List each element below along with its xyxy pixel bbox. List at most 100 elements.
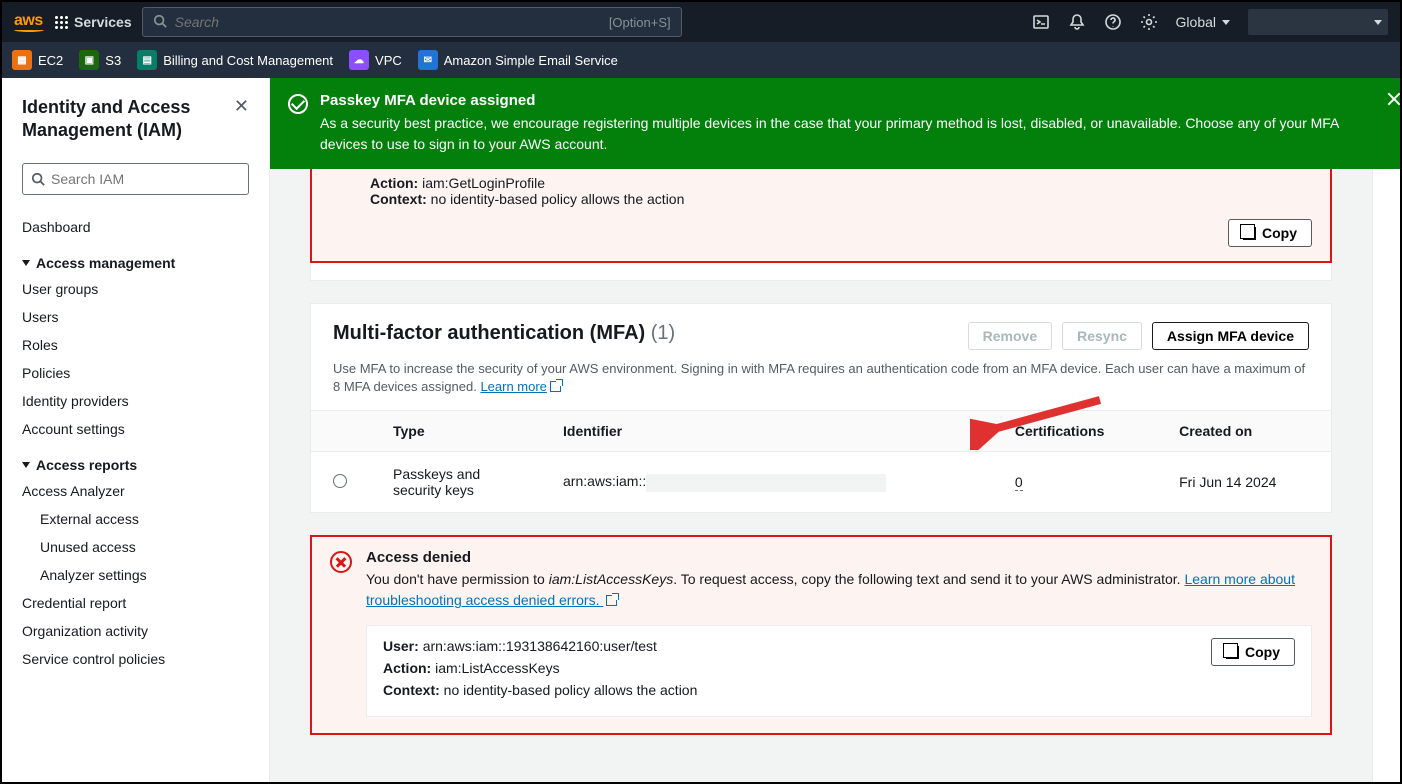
svc-shortcut-vpc[interactable]: ☁VPC [349,50,402,70]
banner-title: Passkey MFA device assigned [320,92,1356,109]
detail-context-label: Context: [383,682,440,698]
account-menu[interactable] [1248,9,1388,35]
sidebar-close-button[interactable]: ✕ [234,96,249,117]
banner-body: As a security best practice, we encourag… [320,113,1356,155]
nav-users[interactable]: Users [22,303,257,331]
resync-mfa-button[interactable]: Resync [1062,322,1142,350]
error-context-value: no identity-based policy allows the acti… [431,191,685,207]
mfa-description: Use MFA to increase the security of your… [311,360,1331,410]
sidebar-title: Identity and Access Management (IAM) [22,96,234,143]
nav-analyzer-settings[interactable]: Analyzer settings [40,561,257,589]
svc-shortcut-s3[interactable]: ▣S3 [79,50,121,70]
mfa-identifier: arn:aws:iam:: [541,452,993,513]
cloudshell-icon[interactable] [1032,13,1050,31]
caret-down-icon [1222,20,1230,25]
help-icon[interactable] [1104,13,1122,31]
main-content: Passkey MFA device assigned As a securit… [270,78,1400,782]
copy-error-button[interactable]: Copy [1228,219,1312,247]
service-shortcut-bar: ▦EC2 ▣S3 ▤Billing and Cost Management ☁V… [2,42,1400,78]
sidebar-search-input[interactable] [51,171,240,187]
detail-context-value: no identity-based policy allows the acti… [444,682,698,698]
sidebar-search[interactable] [22,163,249,195]
nav-external-access[interactable]: External access [40,505,257,533]
external-link-icon [550,381,561,392]
s3-icon: ▣ [79,50,99,70]
global-nav: aws Services [Option+S] Global [2,2,1400,42]
notifications-icon[interactable] [1068,13,1086,31]
access-denied-panel: Access denied You don't have permission … [310,535,1332,735]
caret-down-icon [22,260,30,266]
detail-action-label: Action: [383,660,431,676]
mfa-type: Passkeys and security keys [371,452,541,513]
col-created-on: Created on [1157,411,1331,452]
nav-policies[interactable]: Policies [22,359,257,387]
copy-icon [1243,227,1256,240]
services-menu-button[interactable]: Services [54,14,132,30]
svc-shortcut-ses[interactable]: ✉Amazon Simple Email Service [418,50,618,70]
nav-dashboard[interactable]: Dashboard [22,213,257,241]
search-shortcut: [Option+S] [609,15,671,30]
mfa-created-on: Fri Jun 14 2024 [1157,452,1331,513]
mfa-learn-more-link[interactable]: Learn more [480,379,560,394]
nav-unused-access[interactable]: Unused access [40,533,257,561]
error-action-label: Action: [370,175,418,191]
nav-account-settings[interactable]: Account settings [22,415,257,443]
search-input[interactable] [175,14,601,30]
right-tool-rail [1372,78,1400,782]
col-type: Type [371,411,541,452]
svc-shortcut-billing[interactable]: ▤Billing and Cost Management [137,50,333,70]
copy-details-button[interactable]: Copy [1211,638,1295,666]
detail-action-value: iam:ListAccessKeys [435,660,559,676]
nav-user-groups[interactable]: User groups [22,275,257,303]
caret-down-icon [1374,20,1382,25]
nav-service-control-policies[interactable]: Service control policies [22,645,257,673]
iam-sidebar: Identity and Access Management (IAM) ✕ D… [2,78,270,782]
ses-icon: ✉ [418,50,438,70]
ec2-icon: ▦ [12,50,32,70]
detail-user-label: User: [383,638,419,654]
mfa-device-row[interactable]: Passkeys and security keys arn:aws:iam::… [311,452,1331,513]
billing-icon: ▤ [137,50,157,70]
mfa-heading: Multi-factor authentication (MFA) (1) [333,322,675,345]
grid-icon [54,15,68,29]
global-search[interactable]: [Option+S] [142,7,682,37]
access-denied-body: You don't have permission to iam:ListAcc… [366,569,1312,611]
copy-icon [1226,646,1239,659]
search-icon [153,14,167,31]
mfa-certifications: 0 [993,452,1157,513]
access-denied-details: User: arn:aws:iam::193138642160:user/tes… [366,625,1312,717]
nav-identity-providers[interactable]: Identity providers [22,387,257,415]
nav-section-access-management[interactable]: Access management [22,255,257,271]
success-check-icon [288,94,308,114]
settings-icon[interactable] [1140,13,1158,31]
svc-shortcut-ec2[interactable]: ▦EC2 [12,50,63,70]
services-label: Services [74,14,132,30]
nav-roles[interactable]: Roles [22,331,257,359]
nav-credential-report[interactable]: Credential report [22,589,257,617]
vpc-icon: ☁ [349,50,369,70]
access-denied-title: Access denied [366,549,1312,566]
assign-mfa-button[interactable]: Assign MFA device [1152,322,1309,350]
remove-mfa-button[interactable]: Remove [968,322,1052,350]
success-banner: Passkey MFA device assigned As a securit… [270,78,1400,169]
error-icon [330,551,352,573]
mfa-panel: Multi-factor authentication (MFA) (1) Re… [310,303,1332,513]
nav-access-analyzer[interactable]: Access Analyzer [22,477,257,505]
external-link-icon [606,595,617,606]
col-certifications: Certifications [993,411,1157,452]
nav-organization-activity[interactable]: Organization activity [22,617,257,645]
mfa-count: (1) [651,322,675,344]
detail-user-value: arn:aws:iam::193138642160:user/test [423,638,657,654]
error-action-value: iam:GetLoginProfile [422,175,545,191]
sidebar-nav: Dashboard Access management User groups … [2,207,269,693]
col-identifier: Identifier [541,411,993,452]
row-select-radio[interactable] [333,474,347,488]
region-selector[interactable]: Global [1176,14,1230,30]
search-icon [31,172,45,186]
caret-down-icon [22,462,30,468]
aws-logo[interactable]: aws [14,12,44,32]
mfa-devices-table: Type Identifier Certifications Created o… [311,410,1331,512]
error-context-label: Context: [370,191,427,207]
region-label: Global [1176,14,1216,30]
nav-section-access-reports[interactable]: Access reports [22,457,257,473]
